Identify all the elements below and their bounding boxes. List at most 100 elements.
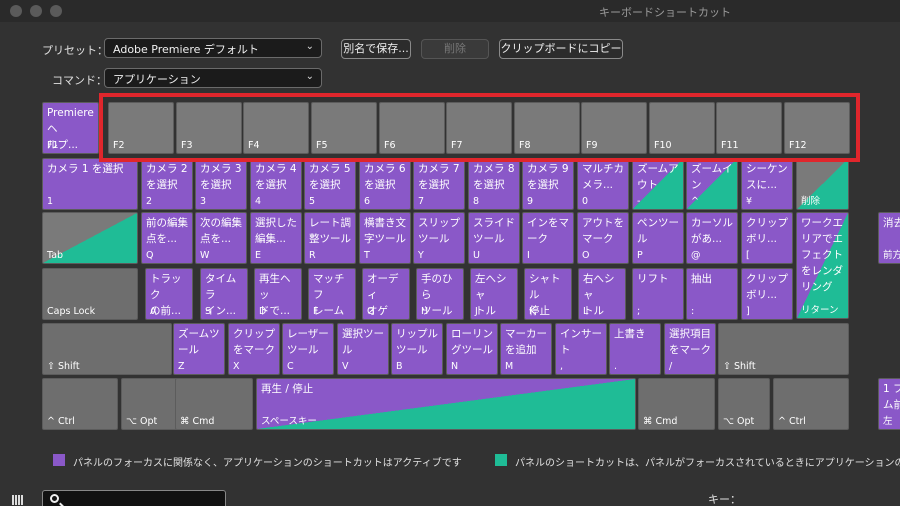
key-⇧-Shift[interactable]: ⇧ Shift bbox=[718, 323, 849, 375]
key-command-label: アウトを マーク bbox=[582, 217, 624, 245]
key-.[interactable]: 上書き. bbox=[609, 323, 661, 375]
key-cap-label: E bbox=[255, 250, 262, 261]
key-cap-label: X bbox=[233, 361, 240, 372]
key-1[interactable]: カメラ 1 を選択 1 bbox=[42, 158, 138, 210]
key-F[interactable]: マッチフ レーム F bbox=[308, 268, 356, 320]
key-H[interactable]: 手のひら ツール H bbox=[416, 268, 464, 320]
key-⌥-Opt[interactable]: ⌥ Opt bbox=[718, 378, 770, 430]
key-5[interactable]: カメラ 5 を選択 5 bbox=[304, 158, 356, 210]
key-command-label: マーカー を追加 bbox=[505, 328, 547, 356]
key-command-label: カメラ 2 を選択 bbox=[146, 163, 188, 191]
key-D[interactable]: 再生ヘッ ドで... D bbox=[254, 268, 302, 320]
key-cap-label: . bbox=[614, 361, 618, 372]
key-command-label: カメラ 9 を選択 bbox=[527, 163, 569, 191]
key-cap-label: ⌘ Cmd bbox=[643, 416, 678, 427]
key-6[interactable]: カメラ 6 を選択 6 bbox=[359, 158, 411, 210]
key-command-label: スライド ツール bbox=[473, 217, 515, 245]
key-X[interactable]: クリップ をマーク X bbox=[228, 323, 280, 375]
key-^-Ctrl[interactable]: ^ Ctrl bbox=[773, 378, 849, 430]
key-@[interactable]: カーソル があ... @ bbox=[686, 212, 738, 264]
key-cap-label: ] bbox=[746, 306, 750, 317]
key-3[interactable]: カメラ 3 を選択 3 bbox=[195, 158, 247, 210]
key-cap-label: A bbox=[150, 306, 157, 317]
key-L[interactable]: 右へシャ トル L bbox=[578, 268, 626, 320]
key-cap-label: M bbox=[505, 361, 514, 372]
key-command-label: ワークエ リアでエ フェクト をレンダ リング bbox=[801, 217, 843, 293]
legend-app-text: パネルのフォーカスに関係なく、アプリケーションのショートカットはアクティブです bbox=[73, 458, 462, 469]
key-⇧-Shift[interactable]: ⇧ Shift bbox=[42, 323, 172, 375]
key-cap-label: スペースキー bbox=[261, 416, 317, 427]
key-Q[interactable]: 前の編集 点を... Q bbox=[141, 212, 193, 264]
key-cap-label: , bbox=[560, 361, 564, 372]
key-P[interactable]: ペンツー ル P bbox=[632, 212, 684, 264]
key-8[interactable]: カメラ 8 を選択 8 bbox=[468, 158, 520, 210]
key-^[interactable]: ズームイ ン ^ bbox=[686, 158, 738, 210]
key-スペースキー[interactable]: 再生 / 停止 スペースキー bbox=[256, 378, 636, 430]
key-B[interactable]: リップル ツール B bbox=[391, 323, 443, 375]
key-2[interactable]: カメラ 2 を選択 2 bbox=[141, 158, 193, 210]
key-N[interactable]: ローリン グツール N bbox=[446, 323, 498, 375]
app-shortcut-swatch bbox=[53, 454, 65, 466]
key-7[interactable]: カメラ 7 を選択 7 bbox=[413, 158, 465, 210]
key-K[interactable]: シャトル 停止 K bbox=[524, 268, 572, 320]
key-command-label: リップル ツール bbox=[396, 328, 438, 356]
key-U[interactable]: スライド ツール U bbox=[468, 212, 520, 264]
key--[interactable]: ズームア ウト - bbox=[632, 158, 684, 210]
key-cap-label: リターン bbox=[801, 305, 839, 316]
key-0[interactable]: マルチカ メラ... 0 bbox=[577, 158, 629, 210]
key-G[interactable]: オーディ オゲイ...G bbox=[362, 268, 410, 320]
key-M[interactable]: マーカー を追加 M bbox=[500, 323, 552, 375]
key-F1[interactable]: Premiere ヘ ルプ... F1 bbox=[42, 102, 99, 154]
key-C[interactable]: レーザー ツール C bbox=[282, 323, 334, 375]
key-前方[interactable]: 消去前方 bbox=[878, 212, 900, 264]
key-command-label: 上書き bbox=[614, 328, 646, 340]
key-⌘-Cmd[interactable]: ⌘ Cmd bbox=[175, 378, 253, 430]
key-command-label: カメラ 7 を選択 bbox=[418, 163, 460, 191]
key-W[interactable]: 次の編集 点を... W bbox=[195, 212, 247, 264]
key-,[interactable]: インサー ト, bbox=[555, 323, 607, 375]
legend-panel-text: パネルのショートカットは、パネルがフォーカスされているときにアプリケーションの bbox=[515, 458, 900, 469]
key-cap-label: 7 bbox=[418, 196, 425, 207]
key-⌘-Cmd[interactable]: ⌘ Cmd bbox=[638, 378, 715, 430]
key-/[interactable]: 選択項目 をマーク / bbox=[664, 323, 716, 375]
key-T[interactable]: 横書き文 字ツール T bbox=[359, 212, 411, 264]
key-cap-label: 前方 bbox=[883, 250, 900, 261]
key-9[interactable]: カメラ 9 を選択 9 bbox=[522, 158, 574, 210]
key-cap-label: / bbox=[669, 361, 673, 372]
key-][interactable]: クリップ ボリ...] bbox=[741, 268, 793, 320]
key-[[interactable]: クリップ ボリ... [ bbox=[741, 212, 793, 264]
key-リターン[interactable]: ワークエ リアでエ フェクト をレンダ リングリターン bbox=[796, 212, 849, 319]
key-cap-label: L bbox=[583, 306, 589, 317]
key-S[interactable]: タイムラ イン... S bbox=[200, 268, 248, 320]
key-Caps-Lock[interactable]: Caps Lock bbox=[42, 268, 138, 320]
key-command-label: マルチカ メラ... bbox=[582, 163, 624, 191]
key-E[interactable]: 選択した 編集... E bbox=[250, 212, 302, 264]
key-A[interactable]: トラック の前... A bbox=[145, 268, 193, 320]
key-:[interactable]: 抽出: bbox=[686, 268, 738, 320]
key-cap-label: 8 bbox=[473, 196, 480, 207]
key-^-Ctrl[interactable]: ^ Ctrl bbox=[42, 378, 118, 430]
key-J[interactable]: 左へシャ トル J bbox=[470, 268, 518, 320]
dock-icon bbox=[12, 490, 26, 505]
key-;[interactable]: リフト; bbox=[632, 268, 684, 320]
key-V[interactable]: 選択ツー ル V bbox=[337, 323, 389, 375]
key-command-label: 消去 bbox=[883, 217, 900, 229]
key-O[interactable]: アウトを マーク O bbox=[577, 212, 629, 264]
key-cap-label: ⇧ Shift bbox=[723, 361, 756, 372]
search-field[interactable] bbox=[42, 490, 226, 506]
key-R[interactable]: レート調 整ツール R bbox=[304, 212, 356, 264]
key-I[interactable]: インをマ ーク I bbox=[522, 212, 574, 264]
key-Y[interactable]: スリップ ツール Y bbox=[413, 212, 465, 264]
key-左[interactable]: 1 フ ム前左 bbox=[878, 378, 900, 430]
key-cap-label: 2 bbox=[146, 196, 153, 207]
key-削除[interactable]: 削除 bbox=[796, 158, 849, 210]
key-¥[interactable]: シーケン スに... ¥ bbox=[741, 158, 793, 210]
key-Z[interactable]: ズームツ ール Z bbox=[173, 323, 225, 375]
key-4[interactable]: カメラ 4 を選択 4 bbox=[250, 158, 302, 210]
key-cap-label: ^ Ctrl bbox=[47, 416, 75, 427]
key-command-label: 抽出 bbox=[691, 273, 712, 285]
key-command-label: ズームイ ン bbox=[691, 163, 733, 191]
key-cap-label: ¥ bbox=[746, 196, 753, 207]
key-Tab[interactable]: Tab bbox=[42, 212, 138, 264]
key-command-label: レート調 整ツール bbox=[309, 217, 351, 245]
